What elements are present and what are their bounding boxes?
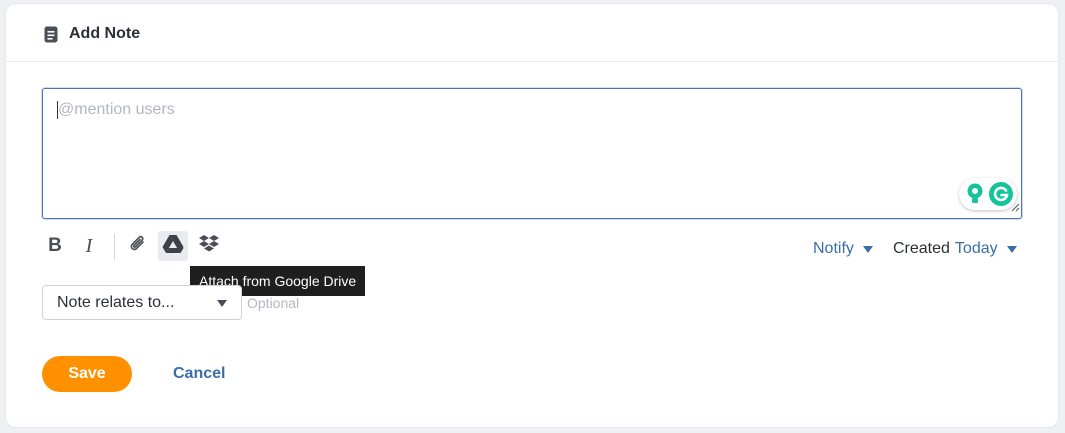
resize-handle[interactable] bbox=[1011, 199, 1020, 217]
created-date-dropdown[interactable]: Created Today bbox=[893, 240, 1017, 258]
chevron-down-icon bbox=[1006, 245, 1017, 253]
paperclip-icon bbox=[128, 233, 148, 260]
page-title: Add Note bbox=[69, 25, 141, 42]
notify-dropdown[interactable]: Notify bbox=[813, 240, 873, 258]
google-drive-icon bbox=[162, 234, 184, 258]
google-drive-button[interactable] bbox=[158, 231, 188, 261]
note-editor[interactable]: @mention users bbox=[42, 88, 1022, 219]
note-icon bbox=[44, 26, 58, 48]
grammarly-g-icon[interactable] bbox=[989, 182, 1013, 211]
relates-selected-value: Note relates to... bbox=[57, 294, 175, 311]
bold-button[interactable]: B bbox=[44, 231, 66, 261]
notify-label: Notify bbox=[813, 240, 854, 257]
toolbar-divider bbox=[114, 234, 115, 260]
dropbox-button[interactable] bbox=[196, 231, 222, 261]
chevron-down-icon bbox=[862, 245, 873, 253]
italic-button[interactable]: I bbox=[78, 231, 100, 261]
add-note-card: Add Note @mention users B I Attach from … bbox=[6, 4, 1058, 427]
grammarly-widget[interactable] bbox=[959, 178, 1017, 210]
attach-file-button[interactable] bbox=[125, 231, 151, 261]
cancel-button[interactable]: Cancel bbox=[173, 365, 225, 383]
created-label: Created bbox=[893, 240, 950, 257]
chevron-down-icon bbox=[217, 300, 227, 307]
save-button[interactable]: Save bbox=[42, 356, 132, 392]
editor-placeholder: @mention users bbox=[58, 101, 175, 118]
note-relates-select[interactable]: Note relates to... bbox=[42, 285, 242, 320]
card-header: Add Note bbox=[6, 4, 1058, 62]
optional-hint: Optional bbox=[247, 295, 300, 311]
created-value: Today bbox=[954, 240, 998, 257]
bulb-icon[interactable] bbox=[966, 183, 984, 210]
dropbox-icon bbox=[198, 234, 220, 259]
